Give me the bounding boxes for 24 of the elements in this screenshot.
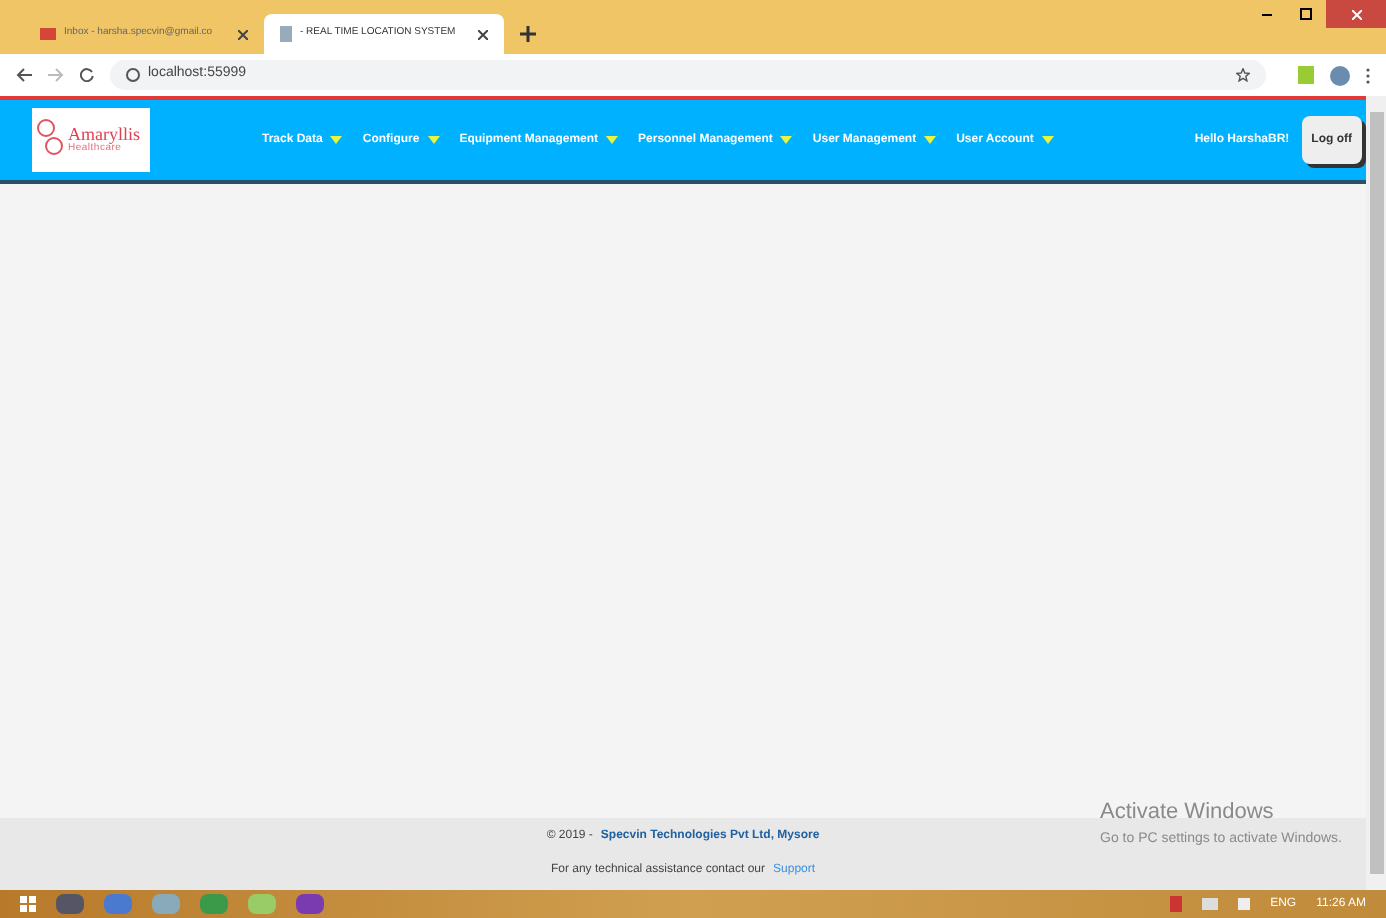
page-icon [280,26,292,42]
forward-icon[interactable] [48,68,64,82]
app-icon[interactable] [104,894,132,914]
caret-icon [780,136,793,144]
close-icon [1351,9,1361,19]
caret-icon [427,136,440,144]
back-icon[interactable] [16,68,32,82]
new-tab-icon[interactable] [520,26,536,42]
caret-icon [330,136,343,144]
avatar-icon[interactable] [1330,65,1350,85]
close-button[interactable] [1326,0,1386,28]
app-icon[interactable] [56,894,84,914]
star-icon[interactable] [1236,68,1250,82]
caret-icon [606,136,619,144]
close-icon[interactable] [238,29,248,39]
windows-logo-icon[interactable] [20,896,36,912]
activation-title: Activate Windows [1100,798,1276,828]
app-icon[interactable] [296,894,324,914]
reload-icon[interactable] [80,68,94,82]
app-icon[interactable] [248,894,276,914]
caret-icon [924,136,937,144]
caret-icon [1041,136,1054,144]
close-icon[interactable] [478,29,488,39]
scrollbar[interactable] [1366,96,1386,890]
